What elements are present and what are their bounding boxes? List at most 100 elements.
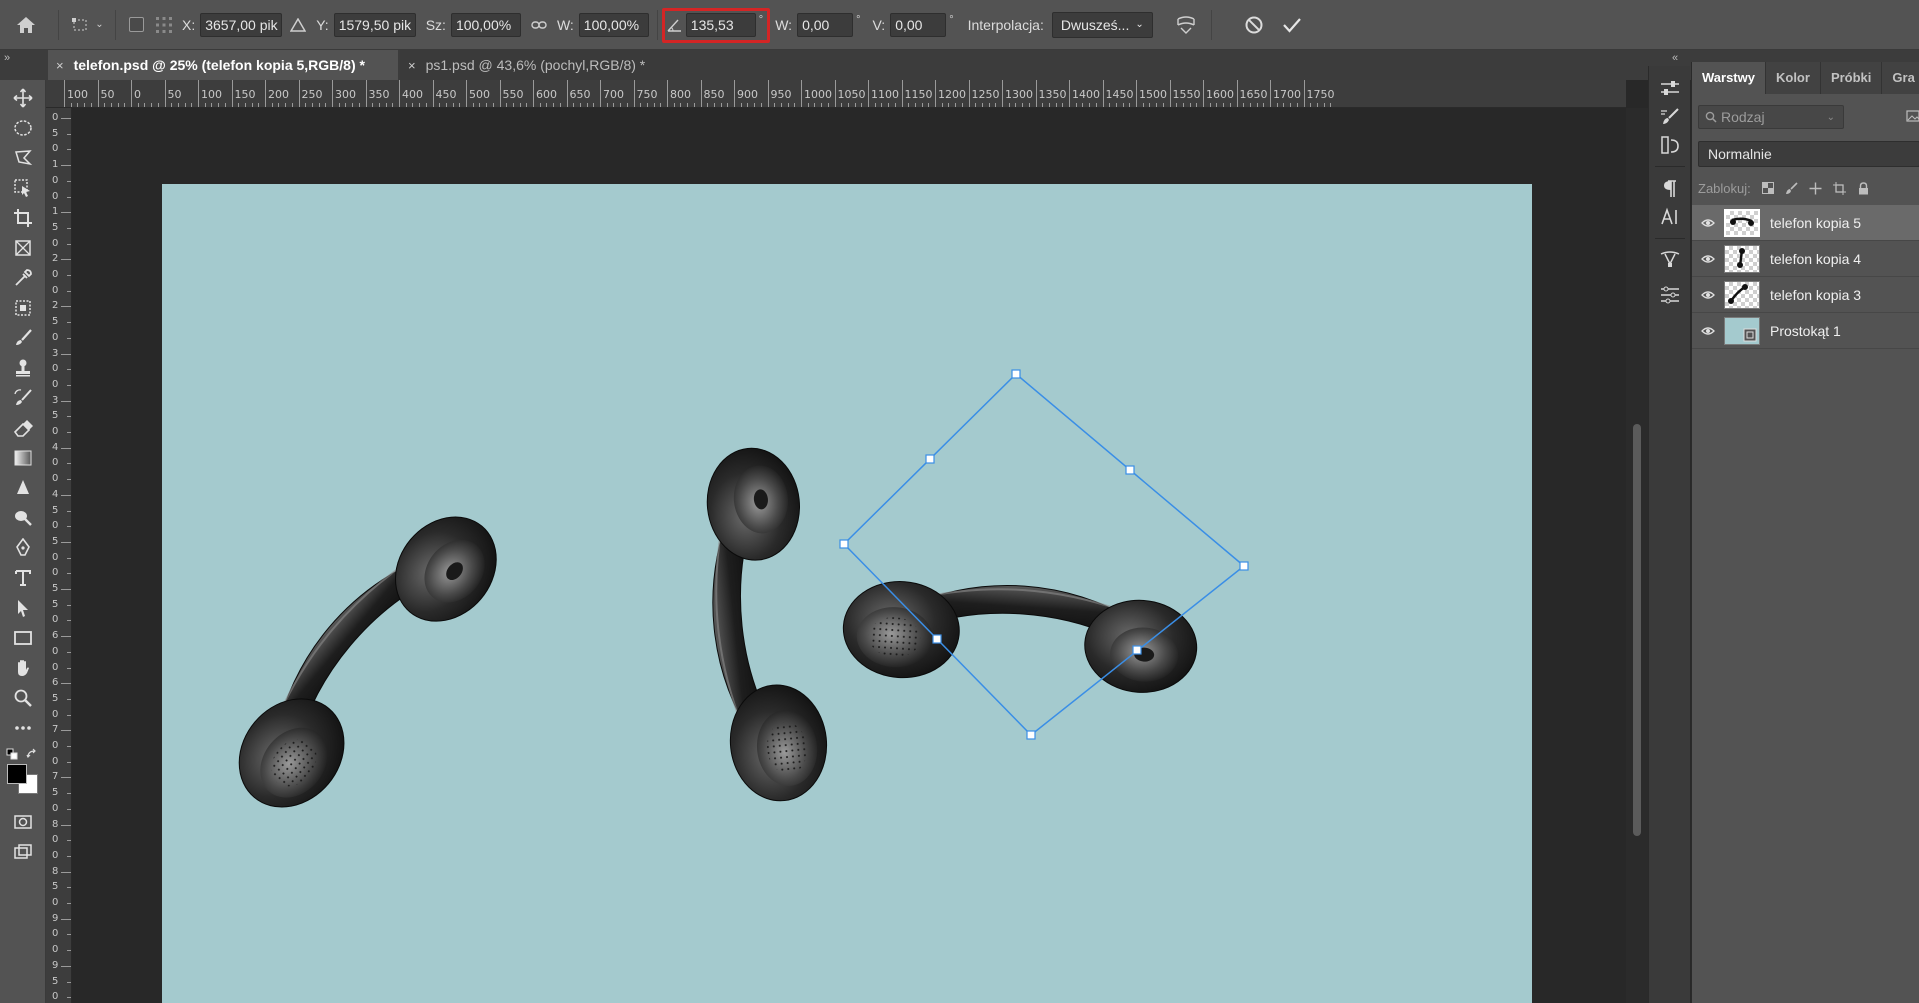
more-tools[interactable] [11,716,35,740]
vertical-scrollbar[interactable] [1626,108,1648,1003]
tab-swatches[interactable]: Próbki [1821,62,1883,94]
dock-separator [1655,238,1685,239]
move-tool[interactable] [11,86,35,110]
ruler-minor-tick [1075,103,1077,107]
ruler-tick [67,981,71,983]
home-icon [17,16,35,33]
ruler-label: 1600 [1206,88,1234,101]
transform-handle-top-left[interactable] [925,454,935,464]
hand-tool[interactable] [11,656,35,680]
horizontal-skew-field[interactable]: 0,00 [797,12,854,37]
paths-panel-button[interactable] [1657,246,1683,272]
visibility-eye-icon[interactable] [1692,290,1724,300]
eraser-tool[interactable] [11,416,35,440]
zoom-tool[interactable] [11,686,35,710]
ruler-label: 1 [52,206,59,218]
clone-stamp-tool[interactable] [11,356,35,380]
frame-tool[interactable] [11,236,35,260]
transform-handle-bottom[interactable] [1026,730,1036,740]
vertical-skew-field[interactable]: 0,00 [890,12,947,37]
lock-artboard-button[interactable] [1833,181,1847,195]
foreground-color-swatch[interactable] [7,764,27,784]
type-tool[interactable] [11,566,35,590]
ruler-tick [61,494,71,496]
tab-telefon-psd[interactable]: × telefon.psd @ 25% (telefon kopia 5,RGB… [48,50,398,80]
collapse-toolbar-icon[interactable]: » [4,52,24,66]
collapse-panels-icon[interactable]: « [1672,52,1686,64]
properties-panel-button[interactable] [1657,76,1683,102]
quick-mask-button[interactable] [11,810,35,834]
blur-tool[interactable] [11,476,35,500]
default-colors-button[interactable] [6,748,18,760]
transform-handle-left[interactable] [839,539,849,549]
lock-transparent-button[interactable] [1761,181,1775,195]
filter-image-layers-button[interactable] [1906,109,1919,125]
reference-point-checkbox[interactable] [122,0,150,50]
canvas-area[interactable] [72,108,1626,1003]
path-selection-tool[interactable] [11,596,35,620]
width-field[interactable]: 100,00% [450,12,521,37]
relative-position-button[interactable] [290,0,307,50]
patch-tool[interactable] [11,296,35,320]
visibility-eye-icon[interactable] [1692,254,1724,264]
layer-row[interactable]: Prostokąt 1 [1692,313,1919,349]
transform-handle-top-right[interactable] [1125,465,1135,475]
lock-position-button[interactable] [1809,181,1823,195]
commit-transform-button[interactable] [1282,0,1302,50]
link-proportions-button[interactable] [531,0,547,50]
ruler-tick [432,80,434,107]
pen-tool[interactable] [11,536,35,560]
scrollbar-thumb[interactable] [1633,424,1641,836]
visibility-eye-icon[interactable] [1692,218,1724,228]
document-artboard[interactable] [162,184,1532,1003]
blend-mode-dropdown[interactable]: Normalnie [1698,141,1919,167]
reference-point-grid[interactable] [150,0,178,50]
close-tab-icon[interactable]: × [408,58,416,73]
history-brush-tool[interactable] [11,386,35,410]
tab-ps1-psd[interactable]: × ps1.psd @ 43,6% (pochyl,RGB/8) * [400,50,680,80]
layer-row[interactable]: telefon kopia 5 [1692,205,1919,241]
separator [656,9,658,40]
screen-mode-button[interactable] [11,840,35,864]
cancel-transform-button[interactable] [1244,0,1264,50]
tab-gradients[interactable]: Gra [1882,62,1919,94]
rectangle-tool[interactable] [11,626,35,650]
layer-filter-dropdown[interactable]: Rodzaj ⌄ [1698,105,1844,129]
tab-color[interactable]: Kolor [1766,62,1821,94]
transform-handle-bottom-right[interactable] [1132,645,1142,655]
gradient-tool[interactable] [11,446,35,470]
x-field[interactable]: 3657,00 pik [200,12,283,37]
character-panel-button[interactable] [1657,204,1683,230]
transform-handle-right[interactable] [1239,561,1249,571]
clone-source-button[interactable] [1657,132,1683,158]
brush-tool[interactable] [11,326,35,350]
dodge-tool[interactable] [11,506,35,530]
layer-row[interactable]: telefon kopia 3 [1692,277,1919,313]
ruler-minor-tick [117,103,119,107]
swap-colors-button[interactable] [26,748,38,760]
transform-handle-top[interactable] [1011,369,1021,379]
ellipse-marquee-tool[interactable] [11,116,35,140]
height-field[interactable]: 100,00% [578,12,649,37]
warp-toggle-button[interactable] [1175,0,1197,50]
lock-all-button[interactable] [1857,181,1871,195]
layer-row[interactable]: telefon kopia 4 [1692,241,1919,277]
transform-handle-bottom-left[interactable] [932,634,942,644]
eyedropper-tool[interactable] [11,266,35,290]
brush-settings-button[interactable] [1657,104,1683,130]
close-tab-icon[interactable]: × [56,58,64,73]
y-field[interactable]: 1579,50 pik [333,12,416,37]
ruler-tick [67,887,71,889]
adjustments-panel-button[interactable] [1657,282,1683,308]
lasso-tool[interactable] [11,146,35,170]
crop-tool[interactable] [11,206,35,230]
transform-bounding-box[interactable] [839,369,1249,740]
interpolation-dropdown[interactable]: Dwusześ... ⌄ [1051,11,1153,38]
transform-preset-button[interactable]: ⌄ [65,0,109,50]
paragraph-panel-button[interactable] [1657,176,1683,202]
visibility-eye-icon[interactable] [1692,326,1724,336]
object-select-tool[interactable] [11,176,35,200]
tab-layers[interactable]: Warstwy [1692,62,1766,94]
home-button[interactable] [0,0,52,50]
lock-pixels-button[interactable] [1785,181,1799,195]
